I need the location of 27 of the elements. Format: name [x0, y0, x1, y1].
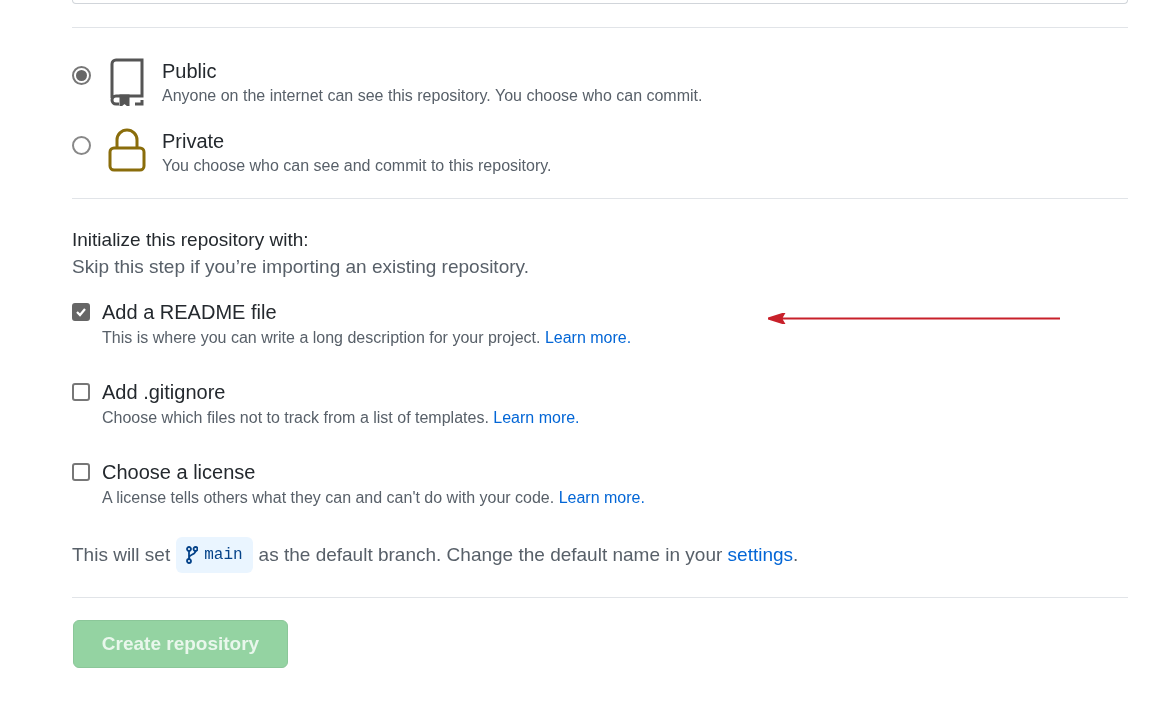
- radio-button[interactable]: [72, 136, 91, 155]
- check-icon: [75, 306, 87, 318]
- checkbox[interactable]: [72, 383, 90, 401]
- book-icon: [109, 58, 145, 106]
- radio-button[interactable]: [72, 66, 91, 85]
- option-title: Public: [162, 59, 218, 84]
- checkbox-label: Add a README file: [102, 300, 278, 325]
- settings-link[interactable]: settings: [727, 539, 794, 571]
- checkbox[interactable]: [72, 463, 90, 481]
- option-description: This is where you can write a long description for your project. Learn more.: [102, 328, 632, 348]
- option-title: Private: [162, 129, 226, 154]
- option-description: Anyone on the internet can see this repository. You choose who can commit.: [162, 86, 703, 106]
- option-description: You choose who can see and commit to this repository.: [162, 156, 552, 176]
- section-heading: Initialize this repository with:: [72, 228, 310, 252]
- default-branch-text: This will set main as the default branch. Change the default name in your settings.: [72, 537, 1172, 573]
- checkbox-label: Add .gitignore: [102, 380, 227, 405]
- section-subheading: Skip this step if you’re importing an existing repository.: [72, 255, 530, 279]
- option-description: Choose which files not to track from a list of templates. Learn more.: [102, 408, 580, 428]
- lock-icon: [108, 128, 146, 172]
- checkbox[interactable]: [72, 303, 90, 321]
- branch-name-code: main: [176, 537, 253, 573]
- learn-more-link[interactable]: Learn more.: [544, 329, 632, 346]
- option-description: A license tells others what they can and can't do with your code. Learn more.: [102, 488, 645, 508]
- checkbox-label: Choose a license: [102, 460, 257, 485]
- learn-more-link[interactable]: Learn more.: [558, 489, 645, 506]
- branch-icon: [186, 546, 199, 564]
- learn-more-link[interactable]: Learn more.: [493, 409, 580, 426]
